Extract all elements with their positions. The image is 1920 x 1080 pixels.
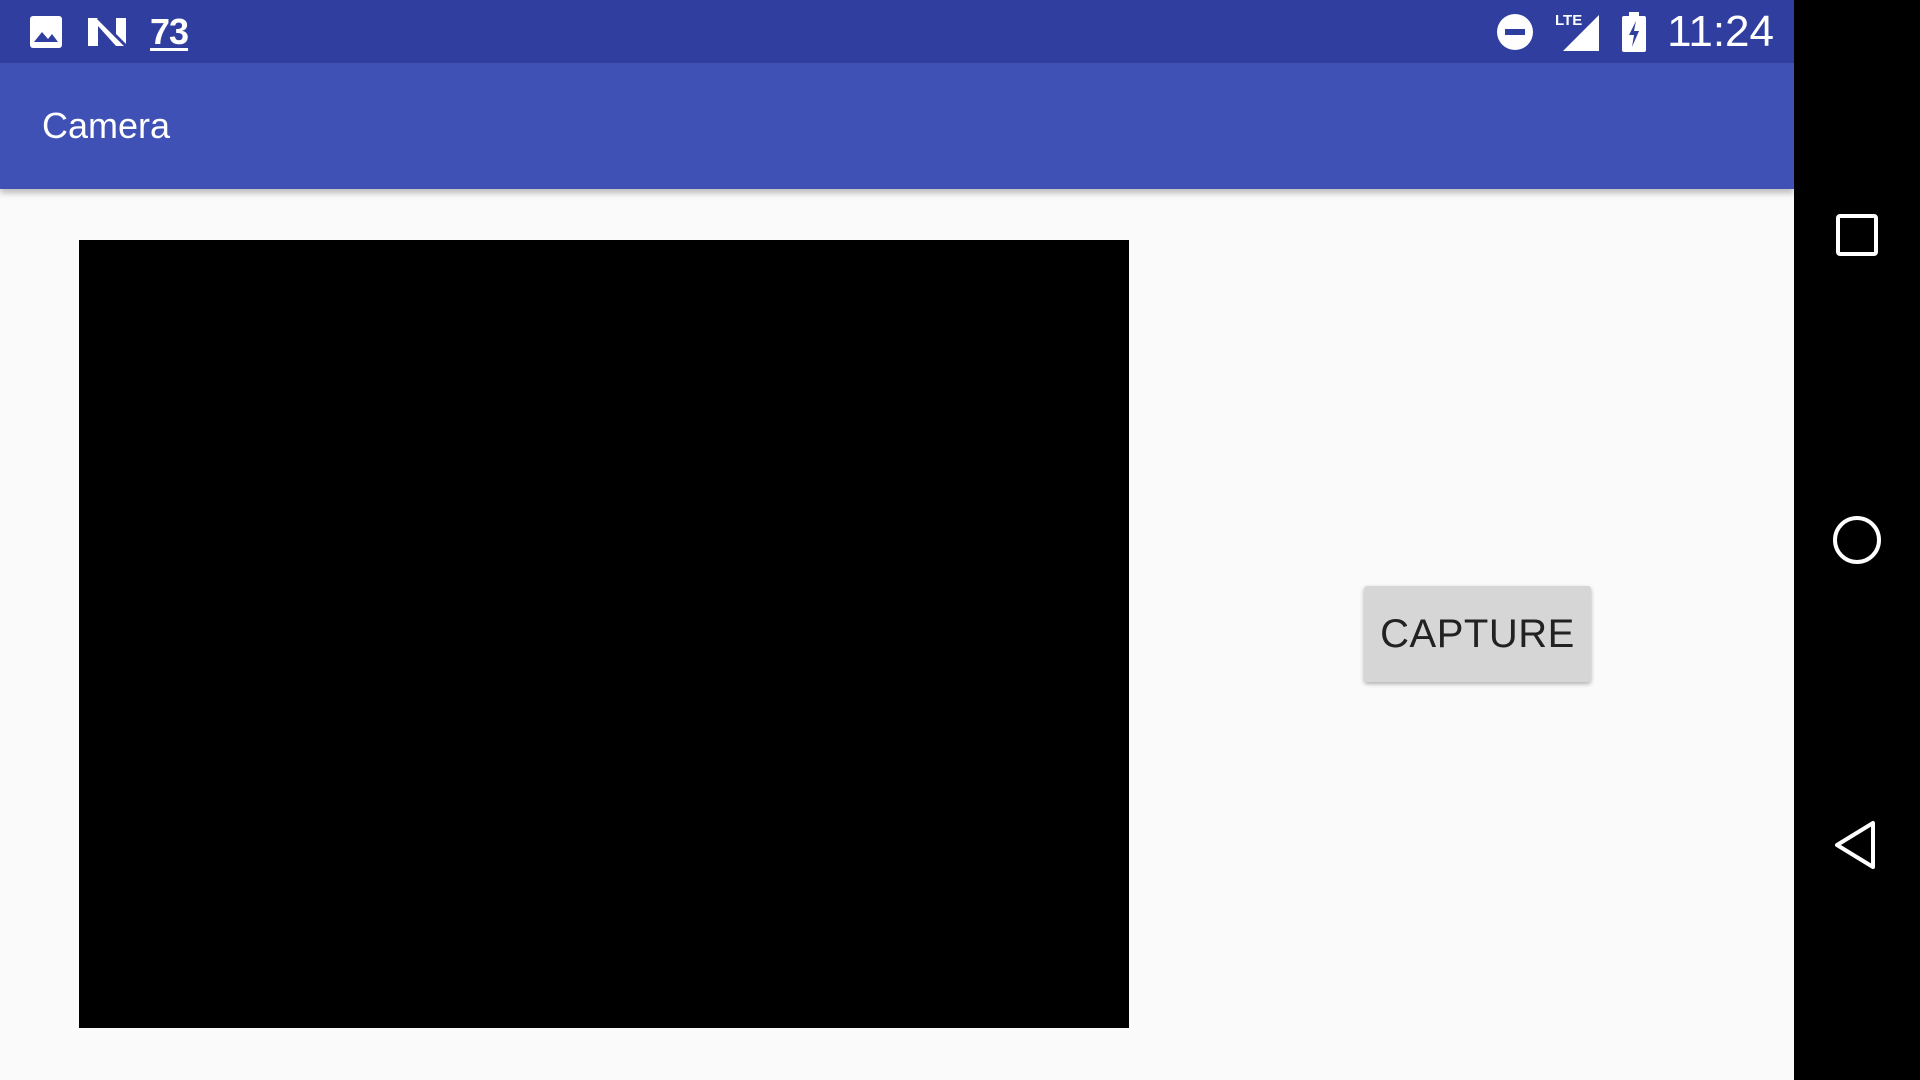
- camera-preview[interactable]: [79, 240, 1129, 1028]
- lte-signal-icon: LTE: [1555, 11, 1601, 53]
- n-notification-icon: [86, 14, 128, 50]
- status-bar-right: LTE 11:24: [1495, 0, 1774, 63]
- do-not-disturb-icon: [1495, 12, 1535, 52]
- back-triangle-icon: [1835, 821, 1875, 869]
- recents-button[interactable]: [1794, 172, 1920, 298]
- recents-square-icon: [1836, 214, 1878, 256]
- status-bar-left: 73: [28, 0, 189, 63]
- navigation-bar: [1794, 0, 1920, 1080]
- temperature-indicator: 73: [150, 10, 189, 52]
- capture-button[interactable]: CAPTURE: [1364, 586, 1591, 682]
- app-screen: 73 LTE 11:24 Camera CAPTURE: [0, 0, 1794, 1080]
- status-time: 11:24: [1667, 6, 1774, 56]
- image-icon: [28, 14, 64, 50]
- home-circle-icon: [1833, 516, 1881, 564]
- battery-charging-icon: [1621, 11, 1647, 52]
- app-bar: Camera: [0, 63, 1794, 189]
- home-button[interactable]: [1794, 477, 1920, 603]
- lte-label: LTE: [1555, 12, 1582, 29]
- status-bar: 73 LTE 11:24: [0, 0, 1794, 63]
- back-button[interactable]: [1794, 782, 1920, 908]
- app-title: Camera: [42, 105, 171, 146]
